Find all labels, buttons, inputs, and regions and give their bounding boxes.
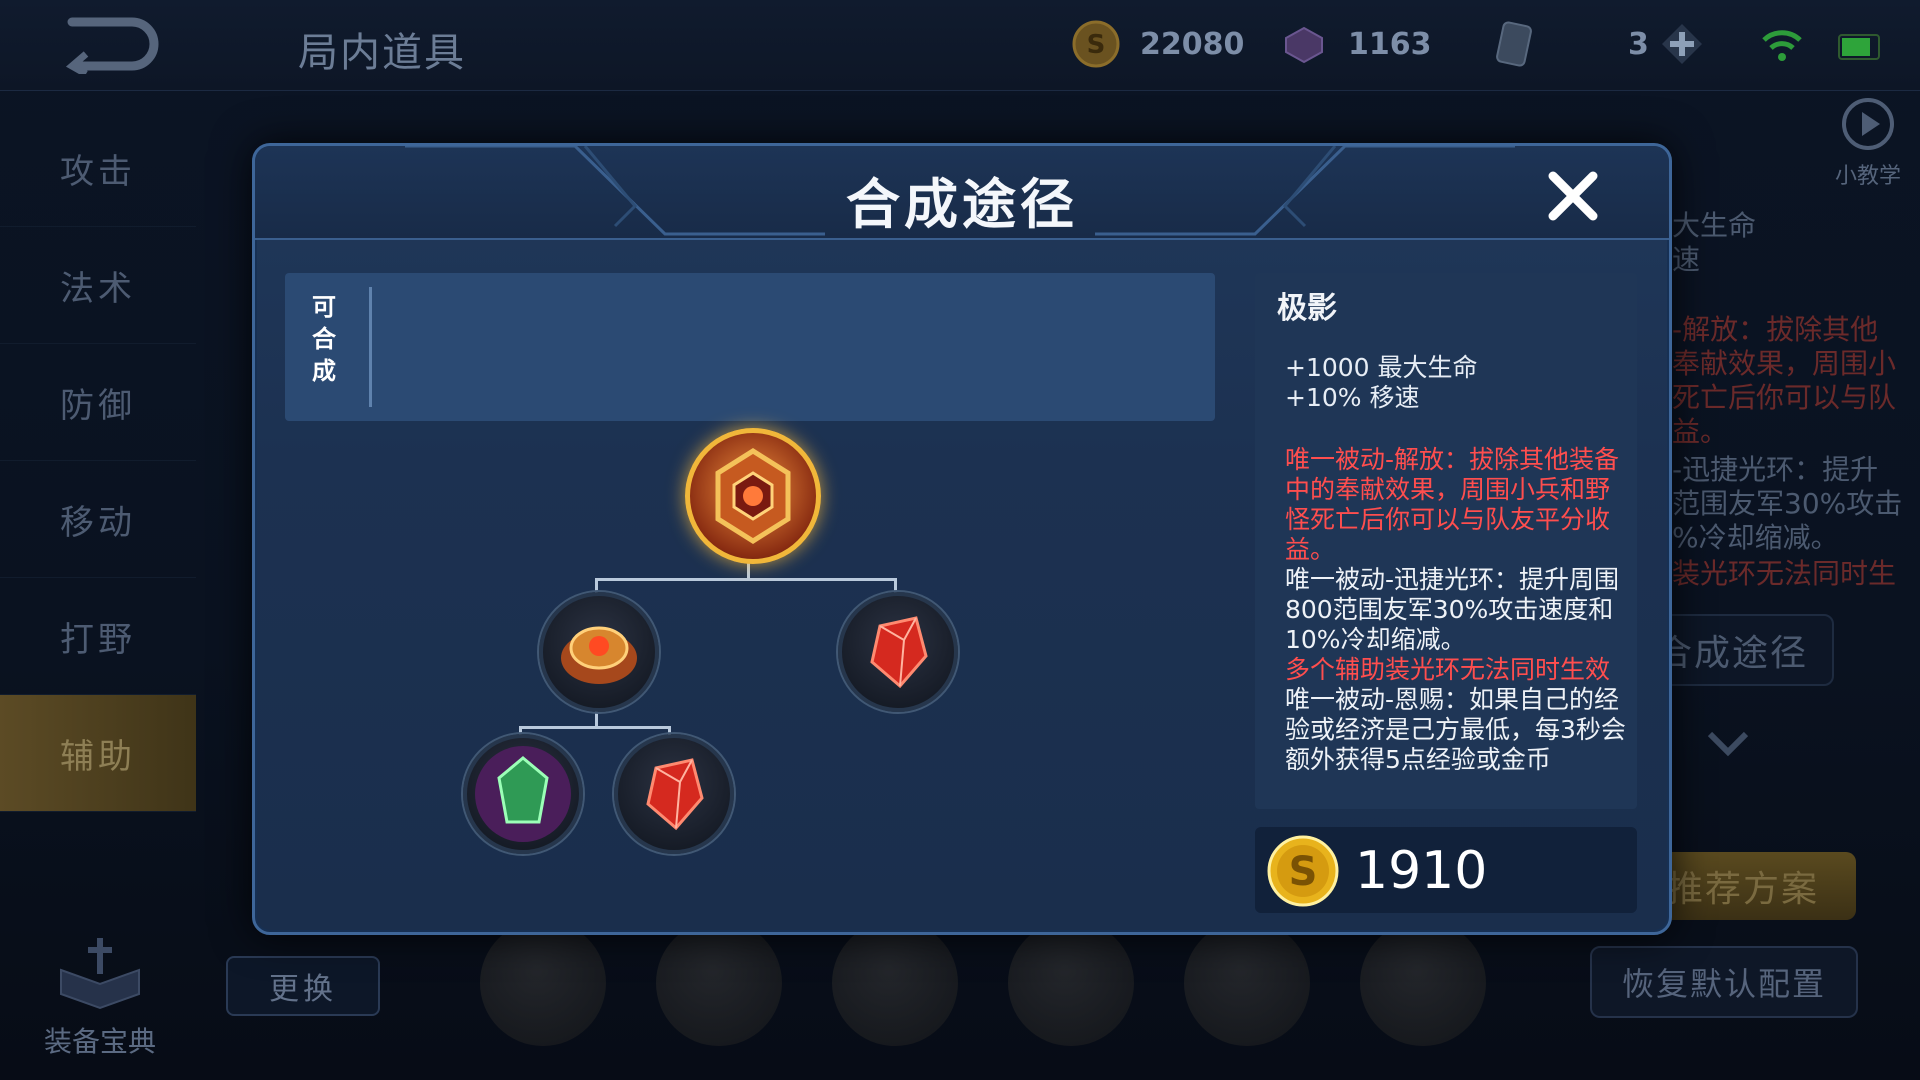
ghost-line: %冷却缩减。: [1672, 521, 1839, 554]
tree-connector: [595, 578, 897, 581]
ticket-amount: 3: [1628, 26, 1649, 62]
item-info-panel: 极影 +1000 最大生命 +10% 移速 唯一被动-解放：拔除其他装备中的奉献…: [1255, 273, 1637, 809]
gem-icon: [1285, 26, 1323, 64]
item-stats: +1000 最大生命 +10% 移速: [1285, 353, 1478, 413]
tutorial-button[interactable]: 小教学: [1822, 96, 1914, 206]
modal-title: 合成途径: [846, 173, 1078, 236]
equip-slot-1[interactable]: [480, 920, 606, 1046]
gold-amount: 22080: [1140, 26, 1245, 62]
top-bar: 局内道具 S 22080 1163 3: [0, 0, 1920, 91]
battery-icon: [1838, 34, 1880, 60]
ticket-currency: 3: [1490, 20, 1649, 68]
synthesis-path-modal: 合成途径 可合成 极影 +1000 最大生命 +10% 移速 唯一被动-解放：拔…: [252, 143, 1672, 935]
passive-liberation: 唯一被动-解放：拔除其他装备中的奉献效果，周围小兵和野怪死亡后你可以与队友平分收…: [1285, 445, 1620, 564]
category-magic[interactable]: 法术: [0, 227, 196, 344]
craftable-tag: 可合成: [312, 293, 336, 385]
component-item-red-crystal-2[interactable]: [614, 734, 734, 854]
svg-text:S: S: [1087, 30, 1106, 60]
modal-header: 合成途径: [255, 146, 1669, 240]
book-icon: [60, 938, 140, 1010]
red-crystal-icon: [870, 616, 928, 689]
final-item-jiying[interactable]: [685, 428, 821, 564]
item-description: 唯一被动-解放：拔除其他装备中的奉献效果，周围小兵和野怪死亡后你可以与队友平分收…: [1285, 445, 1630, 775]
ghost-line: 装光环无法同时生: [1672, 557, 1897, 590]
passive-blessing: 唯一被动-恩赐：如果自己的经验或经济是己方最低，每3秒会额外获得5点经验或金币: [1285, 685, 1626, 774]
tutorial-label: 小教学: [1834, 164, 1901, 189]
chevron-down-icon[interactable]: [1704, 728, 1752, 760]
equip-slot-3[interactable]: [832, 920, 958, 1046]
relic-icon: [561, 626, 637, 684]
add-ticket-icon[interactable]: [1660, 22, 1704, 66]
gem-currency: 1163: [1280, 20, 1432, 68]
category-support[interactable]: 辅助: [0, 695, 196, 812]
gold-coin-icon: S: [1072, 20, 1120, 68]
green-gem-icon: [475, 746, 571, 842]
category-defense[interactable]: 防御: [0, 344, 196, 461]
equip-slot-6[interactable]: [1360, 920, 1486, 1046]
red-crystal-icon: [646, 758, 704, 831]
synthesis-tree: [255, 428, 1235, 906]
gold-currency: S 22080: [1072, 20, 1244, 68]
craftable-strip: 可合成: [285, 273, 1215, 421]
equip-slot-4[interactable]: [1008, 920, 1134, 1046]
aura-warning: 多个辅助装光环无法同时生效: [1285, 655, 1611, 684]
item-name: 极影: [1277, 291, 1337, 326]
close-icon[interactable]: [1545, 168, 1601, 224]
ghost-line: 速: [1672, 243, 1701, 276]
ghost-line: 益。: [1672, 415, 1729, 448]
category-jungle[interactable]: 打野: [0, 578, 196, 695]
amulet-icon: [715, 448, 791, 544]
price-box: S 1910: [1255, 827, 1637, 913]
passive-swift-aura: 唯一被动-迅捷光环：提升周围800范围友军30%攻击速度和10%冷却缩减。: [1285, 565, 1620, 654]
equip-slot-5[interactable]: [1184, 920, 1310, 1046]
play-icon: [1842, 98, 1894, 150]
wifi-icon: [1762, 30, 1802, 61]
page-title: 局内道具: [298, 30, 466, 76]
gem-amount: 1163: [1348, 26, 1432, 62]
stat-line: +1000 最大生命: [1285, 353, 1478, 382]
tree-connector: [519, 726, 671, 729]
category-attack[interactable]: 攻击: [0, 110, 196, 227]
item-price: 1910: [1355, 841, 1488, 901]
gold-coin-icon: S: [1267, 835, 1339, 907]
category-movement[interactable]: 移动: [0, 461, 196, 578]
divider: [369, 287, 372, 407]
restore-default-button[interactable]: 恢复默认配置: [1590, 946, 1858, 1018]
equipment-codex-button[interactable]: 装备宝典: [30, 930, 170, 1060]
svg-text:S: S: [1289, 849, 1318, 895]
component-item-relic[interactable]: [539, 592, 659, 712]
ticket-icon: [1496, 21, 1532, 67]
equip-slot-2[interactable]: [656, 920, 782, 1046]
stat-line: +10% 移速: [1285, 383, 1420, 412]
swap-button[interactable]: 更换: [226, 956, 380, 1016]
back-icon[interactable]: [60, 14, 170, 74]
codex-label: 装备宝典: [43, 1025, 156, 1058]
category-sidebar: 攻击 法术 防御 移动 打野 辅助: [0, 110, 196, 812]
component-item-red-crystal[interactable]: [838, 592, 958, 712]
component-item-green-gem[interactable]: [463, 734, 583, 854]
